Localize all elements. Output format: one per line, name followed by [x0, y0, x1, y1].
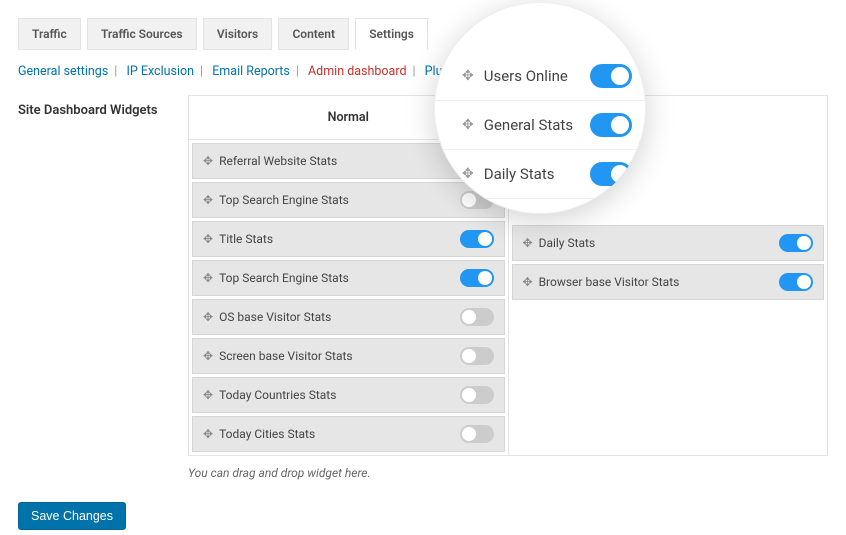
magnifier-label: Users Online	[484, 67, 590, 85]
move-icon[interactable]: ✥	[203, 154, 213, 168]
move-icon[interactable]: ✥	[203, 427, 213, 441]
move-icon[interactable]: ✥	[203, 232, 213, 246]
tabs: Traffic Traffic Sources Visitors Content…	[18, 18, 828, 50]
tab-traffic[interactable]: Traffic	[18, 18, 81, 50]
move-icon[interactable]: ✥	[203, 271, 213, 285]
subnav-email-reports[interactable]: Email Reports	[212, 64, 290, 79]
move-icon[interactable]: ✥	[203, 310, 213, 324]
widget-label: Today Countries Stats	[219, 388, 459, 402]
move-icon[interactable]: ✥	[462, 117, 474, 133]
widget-item[interactable]: ✥ Title Stats	[192, 221, 505, 257]
widget-label: Referral Website Stats	[219, 154, 459, 168]
subnav-ip-exclusion[interactable]: IP Exclusion	[126, 64, 194, 79]
widget-toggle[interactable]	[460, 308, 494, 326]
widget-toggle[interactable]	[460, 347, 494, 365]
widget-toggle[interactable]	[460, 269, 494, 287]
subnav-admin-dashboard[interactable]: Admin dashboard	[308, 64, 407, 79]
widget-label: Top Search Engine Stats	[219, 271, 459, 285]
widget-label: OS base Visitor Stats	[219, 310, 459, 324]
widget-item[interactable]: ✥ Today Countries Stats	[192, 377, 505, 413]
move-icon[interactable]: ✥	[523, 236, 533, 250]
move-icon[interactable]: ✥	[462, 68, 474, 84]
tab-content[interactable]: Content	[278, 18, 349, 50]
widget-item[interactable]: ✥ Daily Stats	[512, 225, 825, 261]
widget-item[interactable]: ✥ Today Cities Stats	[192, 416, 505, 452]
widget-toggle[interactable]	[779, 273, 813, 291]
drag-drop-hint: You can drag and drop widget here.	[188, 466, 828, 480]
widget-toggle[interactable]	[460, 230, 494, 248]
tab-visitors[interactable]: Visitors	[203, 18, 272, 50]
section-title: Site Dashboard Widgets	[18, 95, 188, 118]
widget-item[interactable]: ✥ Browser base Visitor Stats	[512, 264, 825, 300]
move-icon[interactable]: ✥	[523, 275, 533, 289]
magnifier-row[interactable]: ✥ General Stats	[434, 101, 646, 150]
subnav-general-settings[interactable]: General settings	[18, 64, 108, 79]
widget-item[interactable]: ✥ Screen base Visitor Stats	[192, 338, 505, 374]
widget-label: Screen base Visitor Stats	[219, 349, 459, 363]
widget-item[interactable]: ✥ OS base Visitor Stats	[192, 299, 505, 335]
tab-settings[interactable]: Settings	[355, 18, 428, 50]
widget-label: Title Stats	[219, 232, 459, 246]
magnifier-toggle[interactable]	[590, 162, 632, 186]
magnifier-label: General Stats	[484, 116, 590, 134]
magnifier-row[interactable]: ✥ Users Online	[434, 52, 646, 101]
move-icon[interactable]: ✥	[462, 166, 474, 182]
widget-label: Today Cities Stats	[219, 427, 459, 441]
widget-label: Browser base Visitor Stats	[539, 275, 779, 289]
magnifier-toggle[interactable]	[590, 64, 632, 88]
magnifier-row[interactable]: ✥ Daily Stats	[434, 150, 646, 199]
magnifier-overlay: ✥ Users Online ✥ General Stats ✥ Daily Stats	[434, 2, 646, 214]
move-icon[interactable]: ✥	[203, 193, 213, 207]
widget-toggle[interactable]	[460, 425, 494, 443]
widget-toggle[interactable]	[779, 234, 813, 252]
widget-label: Daily Stats	[539, 236, 779, 250]
widget-item[interactable]: ✥ Top Search Engine Stats	[192, 260, 505, 296]
widget-label: Top Search Engine Stats	[219, 193, 459, 207]
magnifier-toggle[interactable]	[590, 113, 632, 137]
tab-traffic-sources[interactable]: Traffic Sources	[87, 18, 197, 50]
move-icon[interactable]: ✥	[203, 388, 213, 402]
widget-toggle[interactable]	[460, 386, 494, 404]
save-changes-button[interactable]: Save Changes	[18, 502, 126, 530]
subnav: General settings| IP Exclusion| Email Re…	[18, 64, 828, 79]
move-icon[interactable]: ✥	[203, 349, 213, 363]
magnifier-label: Daily Stats	[484, 165, 590, 183]
